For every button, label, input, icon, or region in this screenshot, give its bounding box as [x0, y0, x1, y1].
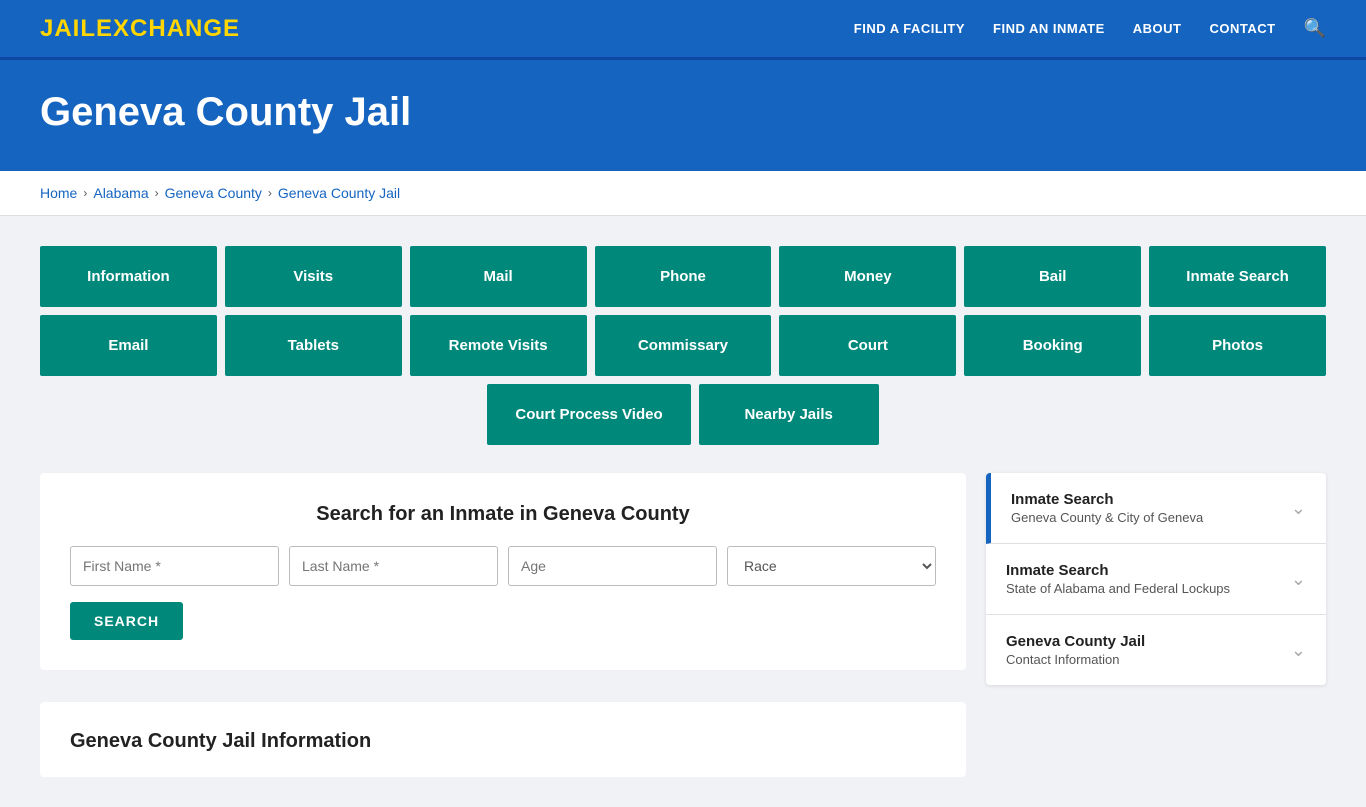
sidebar: Inmate Search Geneva County & City of Ge…: [986, 473, 1326, 685]
two-col-section: Search for an Inmate in Geneva County Ra…: [40, 473, 1326, 777]
court-process-video-btn[interactable]: Court Process Video: [487, 384, 690, 445]
sep-1: ›: [83, 186, 87, 200]
county-crumb[interactable]: Geneva County: [165, 185, 262, 201]
navbar: JAILEXCHANGE FIND A FACILITY FIND AN INM…: [0, 0, 1366, 60]
sidebar-item-title-2: Geneva County Jail: [1006, 633, 1145, 650]
chevron-down-icon-0: ⌄: [1291, 498, 1306, 519]
information-btn[interactable]: Information: [40, 246, 217, 307]
chevron-down-icon-1: ⌄: [1291, 569, 1306, 590]
sidebar-item-subtitle-1: State of Alabama and Federal Lockups: [1006, 581, 1230, 596]
tablets-btn[interactable]: Tablets: [225, 315, 402, 376]
logo-jail: JAIL: [40, 15, 96, 42]
about-link[interactable]: ABOUT: [1133, 21, 1182, 36]
button-grid-row2: Email Tablets Remote Visits Commissary C…: [40, 315, 1326, 376]
sep-3: ›: [268, 186, 272, 200]
main-content: Information Visits Mail Phone Money Bail…: [0, 216, 1366, 807]
money-btn[interactable]: Money: [779, 246, 956, 307]
email-btn[interactable]: Email: [40, 315, 217, 376]
find-inmate-link[interactable]: FIND AN INMATE: [993, 21, 1105, 36]
booking-btn[interactable]: Booking: [964, 315, 1141, 376]
contact-link[interactable]: CONTACT: [1209, 21, 1275, 36]
sidebar-item-subtitle-0: Geneva County & City of Geneva: [1011, 510, 1203, 525]
bail-btn[interactable]: Bail: [964, 246, 1141, 307]
nav-links: FIND A FACILITY FIND AN INMATE ABOUT CON…: [854, 18, 1326, 39]
breadcrumb-bar: Home › Alabama › Geneva County › Geneva …: [0, 171, 1366, 216]
phone-btn[interactable]: Phone: [595, 246, 772, 307]
age-input[interactable]: [508, 546, 717, 586]
sidebar-contact-info[interactable]: Geneva County Jail Contact Information ⌄: [986, 615, 1326, 685]
info-card: Geneva County Jail Information: [40, 702, 966, 777]
sidebar-item-title-1: Inmate Search: [1006, 562, 1230, 579]
button-grid-row1: Information Visits Mail Phone Money Bail…: [40, 246, 1326, 307]
visits-btn[interactable]: Visits: [225, 246, 402, 307]
search-button[interactable]: SEARCH: [70, 602, 183, 640]
chevron-down-icon-2: ⌄: [1291, 640, 1306, 661]
court-btn[interactable]: Court: [779, 315, 956, 376]
page-title: Geneva County Jail: [40, 90, 1326, 135]
breadcrumb: Home › Alabama › Geneva County › Geneva …: [40, 185, 1326, 201]
sidebar-inmate-search-geneva[interactable]: Inmate Search Geneva County & City of Ge…: [986, 473, 1326, 544]
search-icon[interactable]: 🔍: [1304, 18, 1326, 39]
logo[interactable]: JAILEXCHANGE: [40, 15, 240, 43]
mail-btn[interactable]: Mail: [410, 246, 587, 307]
race-select[interactable]: Race White Black Hispanic Asian Other: [727, 546, 936, 586]
photos-btn[interactable]: Photos: [1149, 315, 1326, 376]
hero-section: Geneva County Jail: [0, 60, 1366, 171]
search-fields: Race White Black Hispanic Asian Other: [70, 546, 936, 586]
search-title: Search for an Inmate in Geneva County: [70, 503, 936, 526]
sidebar-item-subtitle-2: Contact Information: [1006, 652, 1145, 667]
button-grid-row3: Court Process Video Nearby Jails: [40, 384, 1326, 445]
logo-exchange: EXCHANGE: [96, 15, 240, 42]
sidebar-inmate-search-alabama[interactable]: Inmate Search State of Alabama and Feder…: [986, 544, 1326, 615]
find-facility-link[interactable]: FIND A FACILITY: [854, 21, 965, 36]
sidebar-item-title-0: Inmate Search: [1011, 491, 1203, 508]
search-card: Search for an Inmate in Geneva County Ra…: [40, 473, 966, 670]
remote-visits-btn[interactable]: Remote Visits: [410, 315, 587, 376]
last-name-input[interactable]: [289, 546, 498, 586]
alabama-crumb[interactable]: Alabama: [93, 185, 148, 201]
inmate-search-btn[interactable]: Inmate Search: [1149, 246, 1326, 307]
first-name-input[interactable]: [70, 546, 279, 586]
jail-crumb: Geneva County Jail: [278, 185, 400, 201]
sep-2: ›: [155, 186, 159, 200]
home-crumb[interactable]: Home: [40, 185, 77, 201]
nearby-jails-btn[interactable]: Nearby Jails: [699, 384, 879, 445]
commissary-btn[interactable]: Commissary: [595, 315, 772, 376]
info-title: Geneva County Jail Information: [70, 730, 936, 753]
